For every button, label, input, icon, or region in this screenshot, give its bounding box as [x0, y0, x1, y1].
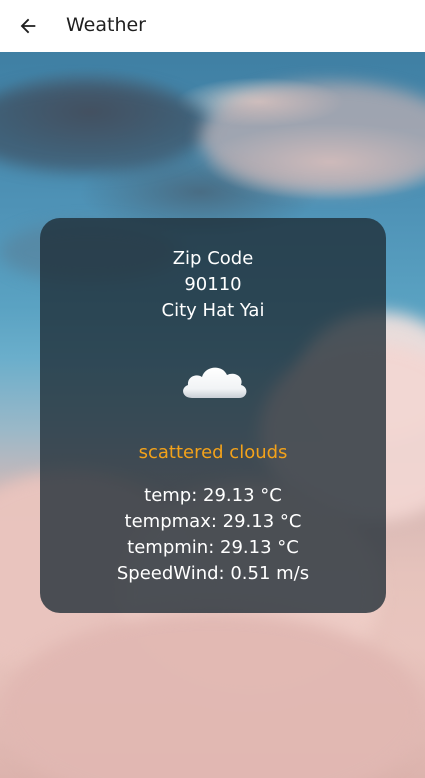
- zip-code-value: 90110: [184, 274, 242, 295]
- weather-screen: Weather Zip Code 90110 City Hat Yai scat…: [0, 0, 425, 778]
- city-name: City Hat Yai: [161, 300, 265, 321]
- weather-description: scattered clouds: [138, 442, 288, 463]
- zip-code-label: Zip Code: [172, 248, 254, 269]
- page-title: Weather: [66, 14, 146, 36]
- arrow-back-icon: [20, 18, 36, 34]
- wind-speed-value: SpeedWind: 0.51 m/s: [116, 563, 310, 584]
- tempmax-value: tempmax: 29.13 °C: [124, 511, 302, 532]
- temp-value: temp: 29.13 °C: [144, 485, 282, 506]
- cloud-icon: [183, 367, 247, 398]
- weather-card: Zip Code 90110 City Hat Yai scattered cl…: [40, 218, 386, 613]
- back-button[interactable]: [8, 6, 48, 46]
- app-bar: Weather: [0, 0, 425, 52]
- tempmin-value: tempmin: 29.13 °C: [127, 537, 299, 558]
